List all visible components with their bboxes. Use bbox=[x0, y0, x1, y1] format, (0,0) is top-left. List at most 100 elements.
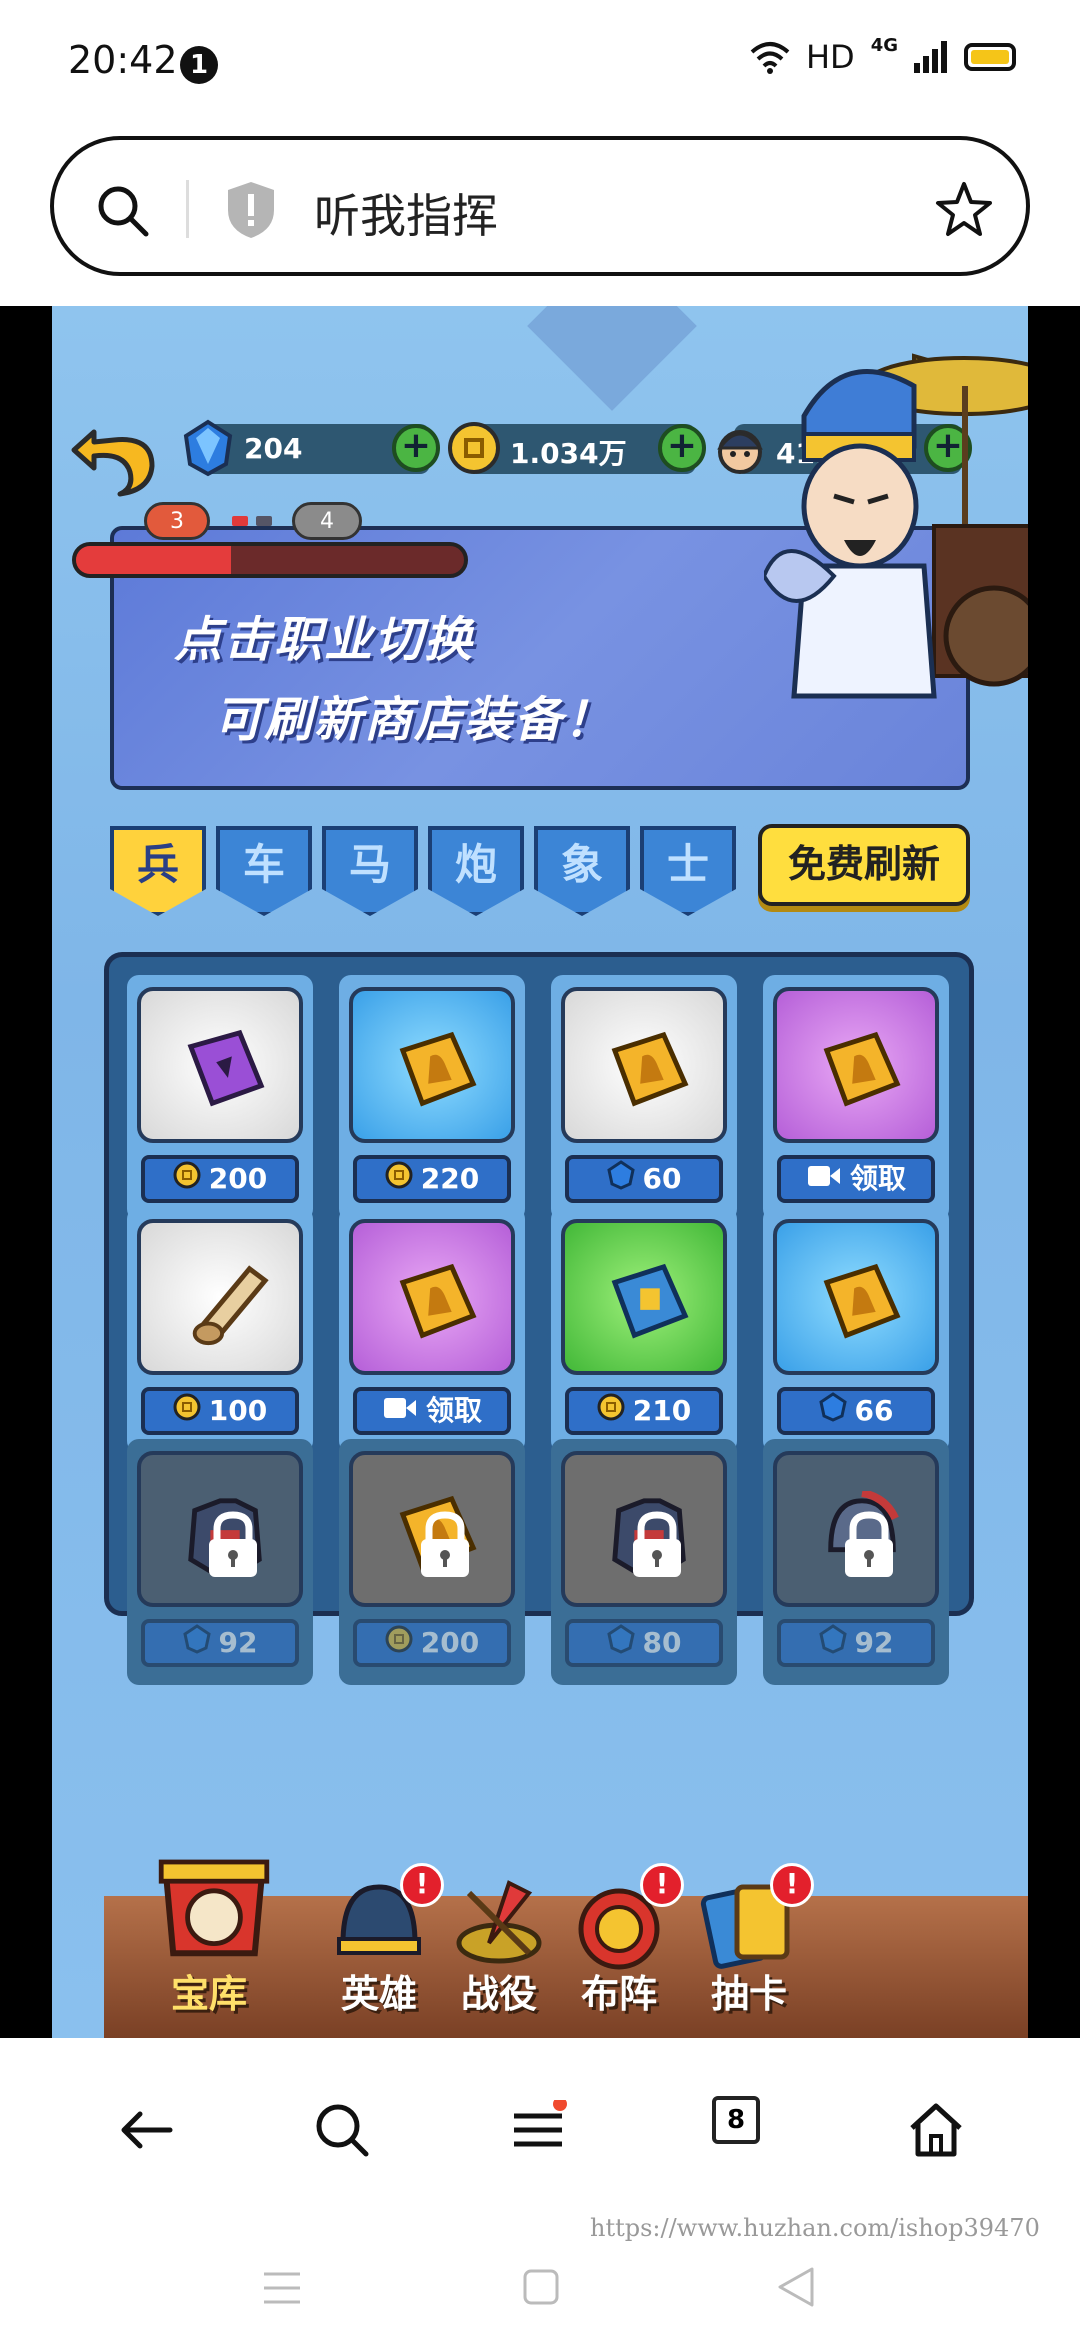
price-button[interactable]: 领取 bbox=[777, 1155, 935, 1203]
back-arrow-icon[interactable] bbox=[64, 402, 164, 502]
game-canvas: 204 + 1.034万 + 41.7万 + 点击职业切换 可刷新商店装备！ bbox=[52, 306, 1028, 2038]
notification-count-badge: 1 bbox=[180, 46, 218, 84]
locked-shop-item[interactable]: 92 bbox=[763, 1439, 949, 1685]
shop-item[interactable]: 60 bbox=[551, 975, 737, 1221]
shop-item[interactable]: 66 bbox=[763, 1207, 949, 1453]
back-icon[interactable] bbox=[116, 2100, 176, 2160]
banner-line2: 可刷新商店装备！ bbox=[214, 692, 615, 748]
gem-currency bbox=[818, 1391, 847, 1433]
next-level-badge: 4 bbox=[292, 502, 362, 540]
menu-icon[interactable] bbox=[508, 2100, 568, 2160]
url-text[interactable]: 听我指挥 bbox=[314, 180, 498, 246]
shop-grid: 200 220 60 领取 100 领取 210 66 92 200 80 92 bbox=[127, 975, 949, 1685]
watermark-text: https://www.huzhan.com/ishop39470 bbox=[590, 2214, 1040, 2242]
gem-value: 204 bbox=[244, 432, 303, 465]
gem-currency bbox=[606, 1623, 635, 1665]
coin-currency bbox=[385, 1624, 413, 1664]
price-button[interactable]: 66 bbox=[777, 1387, 935, 1435]
gem-icon bbox=[606, 1623, 635, 1654]
divider bbox=[186, 180, 189, 238]
gem-icon bbox=[606, 1159, 635, 1190]
coin-icon bbox=[385, 1625, 413, 1653]
price-button[interactable]: 领取 bbox=[353, 1387, 511, 1435]
item-frame bbox=[137, 1219, 303, 1375]
item-frame bbox=[137, 1451, 303, 1607]
gold-book-icon bbox=[823, 1263, 901, 1339]
price-button[interactable]: 220 bbox=[353, 1155, 511, 1203]
address-bar[interactable]: 听我指挥 bbox=[50, 136, 1030, 276]
price-button[interactable]: 100 bbox=[141, 1387, 299, 1435]
free-refresh-button[interactable]: 免费刷新 bbox=[758, 824, 970, 906]
price-label: 210 bbox=[632, 1394, 692, 1427]
shop-item[interactable]: 200 bbox=[127, 975, 313, 1221]
lock-icon bbox=[209, 1511, 257, 1577]
coin-icon bbox=[597, 1393, 625, 1421]
alert-badge: ! bbox=[400, 1863, 444, 1907]
price-button[interactable]: 210 bbox=[565, 1387, 723, 1435]
price-label: 领取 bbox=[849, 1162, 906, 1195]
purple-book-icon bbox=[187, 1029, 265, 1107]
shop-item[interactable]: 领取 bbox=[339, 1207, 525, 1453]
tab-ma[interactable]: 马 bbox=[322, 826, 418, 916]
gem-resource: 204 + bbox=[183, 419, 440, 477]
price-label: 60 bbox=[642, 1162, 682, 1195]
shield-icon[interactable] bbox=[224, 180, 278, 240]
browser-toolbar bbox=[0, 2040, 1080, 2210]
shop-item[interactable]: 220 bbox=[339, 975, 525, 1221]
price-button[interactable]: 92 bbox=[777, 1619, 935, 1667]
add-coin-button[interactable]: + bbox=[658, 424, 706, 472]
video-icon bbox=[807, 1166, 840, 1186]
scroll-icon bbox=[192, 1265, 269, 1346]
price-button[interactable]: 92 bbox=[141, 1619, 299, 1667]
nav-item-4[interactable]: 抽卡! bbox=[674, 1863, 824, 2018]
price-button[interactable]: 200 bbox=[353, 1619, 511, 1667]
signal-label: 4G bbox=[870, 34, 898, 56]
nav-item-0[interactable]: 宝库 bbox=[124, 1859, 294, 2018]
class-tabs: 兵 车 马 炮 象 士 bbox=[110, 826, 736, 916]
nav-item-3[interactable]: 布阵! bbox=[544, 1863, 694, 2018]
strategist-character-illustration bbox=[764, 353, 1028, 699]
search-icon[interactable] bbox=[96, 184, 150, 238]
price-label: 200 bbox=[420, 1626, 480, 1659]
tab-che[interactable]: 车 bbox=[216, 826, 312, 916]
price-button[interactable]: 80 bbox=[565, 1619, 723, 1667]
home-icon[interactable] bbox=[906, 2100, 966, 2160]
shop-item[interactable]: 100 bbox=[127, 1207, 313, 1453]
video-icon bbox=[383, 1398, 416, 1418]
tab-count-button[interactable]: 8 bbox=[712, 2096, 760, 2144]
search-icon[interactable] bbox=[312, 2100, 372, 2160]
locked-shop-item[interactable]: 92 bbox=[127, 1439, 313, 1685]
shop-item[interactable]: 210 bbox=[551, 1207, 737, 1453]
item-frame bbox=[349, 987, 515, 1143]
locked-shop-item[interactable]: 80 bbox=[551, 1439, 737, 1685]
tab-bing[interactable]: 兵 bbox=[110, 826, 206, 916]
tab-pao[interactable]: 炮 bbox=[428, 826, 524, 916]
tab-xiang[interactable]: 象 bbox=[534, 826, 630, 916]
shop-panel: 200 220 60 领取 100 领取 210 66 92 200 80 92 bbox=[104, 952, 974, 1685]
price-label: 66 bbox=[854, 1394, 894, 1427]
back-nav-icon[interactable] bbox=[776, 2266, 816, 2308]
shop-item[interactable]: 领取 bbox=[763, 975, 949, 1221]
coin-currency bbox=[173, 1160, 201, 1200]
home-nav-icon[interactable] bbox=[522, 2268, 560, 2306]
price-label: 领取 bbox=[425, 1394, 482, 1427]
add-gem-button[interactable]: + bbox=[392, 424, 440, 472]
level-progress-fill bbox=[76, 546, 232, 574]
status-indicators: HD 4G bbox=[750, 34, 1016, 76]
locked-shop-item[interactable]: 200 bbox=[339, 1439, 525, 1685]
alert-badge: ! bbox=[640, 1863, 684, 1907]
price-button[interactable]: 200 bbox=[141, 1155, 299, 1203]
network-type-label: HD bbox=[805, 38, 855, 76]
lock-icon bbox=[421, 1511, 469, 1577]
gem-icon bbox=[818, 1391, 847, 1422]
tab-shi[interactable]: 士 bbox=[640, 826, 736, 916]
gem-currency bbox=[818, 1623, 847, 1665]
bookmark-star-icon[interactable] bbox=[934, 180, 994, 240]
recents-icon[interactable] bbox=[262, 2270, 302, 2306]
banner-line1: 点击职业切换 bbox=[174, 612, 475, 668]
status-time: 20:42 bbox=[68, 38, 178, 82]
coin-currency bbox=[385, 1160, 413, 1200]
gem-icon bbox=[183, 419, 233, 477]
price-button[interactable]: 60 bbox=[565, 1155, 723, 1203]
gold-book-icon bbox=[611, 1031, 689, 1107]
